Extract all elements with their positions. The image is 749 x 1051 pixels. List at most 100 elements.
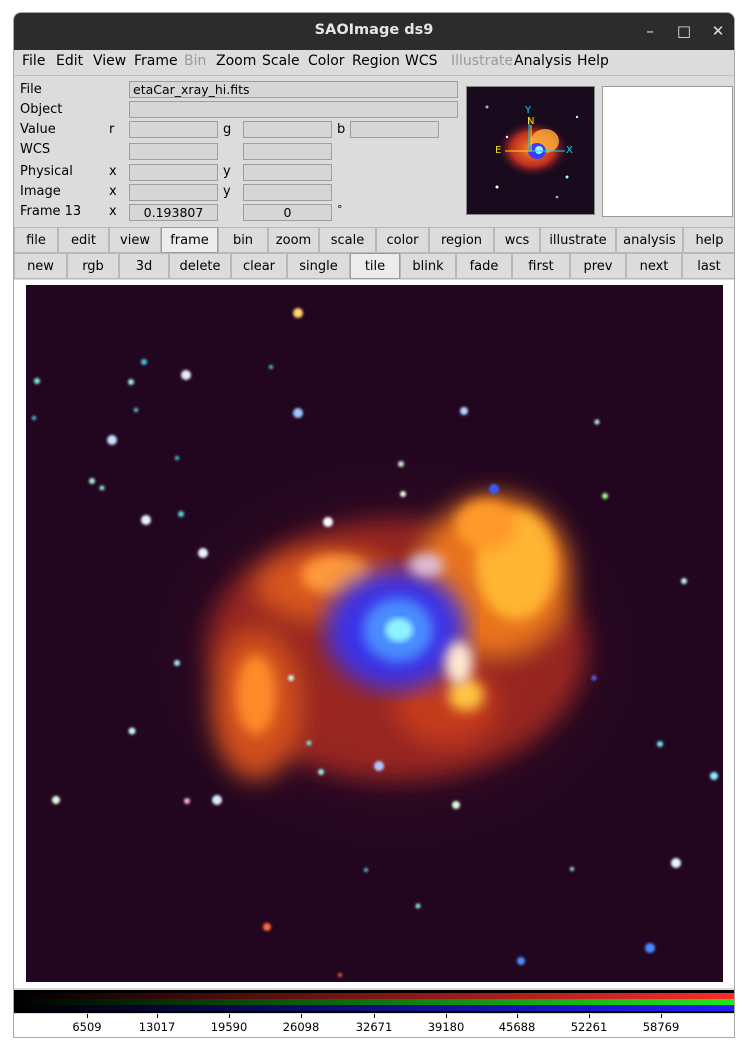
button-blink[interactable]: blink bbox=[400, 253, 456, 279]
button-view[interactable]: view bbox=[109, 227, 161, 253]
tick-mark bbox=[157, 1014, 158, 1018]
tick-mark bbox=[229, 1014, 230, 1018]
image-canvas-area bbox=[14, 280, 734, 988]
wcs-y-field bbox=[243, 143, 332, 160]
menu-help[interactable]: Help bbox=[577, 53, 609, 69]
button-prev[interactable]: prev bbox=[570, 253, 626, 279]
panner-y-label: Y bbox=[525, 105, 532, 116]
button-last[interactable]: last bbox=[682, 253, 734, 279]
wcs-x-field bbox=[129, 143, 218, 160]
button-help[interactable]: help bbox=[683, 227, 734, 253]
menu-frame[interactable]: Frame bbox=[134, 53, 178, 69]
frame-x-field: 0.193807 bbox=[129, 204, 218, 221]
menu-illustrate: Illustrate bbox=[451, 53, 514, 69]
nebula-image bbox=[26, 285, 723, 982]
value-r-field bbox=[129, 121, 218, 138]
button-3d[interactable]: 3d bbox=[119, 253, 169, 279]
value-b-field bbox=[350, 121, 439, 138]
button-file[interactable]: file bbox=[14, 227, 58, 253]
tick-mark bbox=[87, 1014, 88, 1018]
frame-degree-unit: ° bbox=[337, 203, 343, 216]
tick-mark bbox=[517, 1014, 518, 1018]
tick-mark bbox=[301, 1014, 302, 1018]
menu-bin: Bin bbox=[184, 53, 207, 69]
wcs-label: WCS bbox=[20, 142, 51, 157]
menu-view[interactable]: View bbox=[93, 53, 126, 69]
button-edit[interactable]: edit bbox=[58, 227, 109, 253]
colorbar-tick-label: 19590 bbox=[210, 1020, 248, 1034]
button-region[interactable]: region bbox=[429, 227, 494, 253]
image-y-field bbox=[243, 184, 332, 201]
value-b-label: b bbox=[337, 122, 346, 137]
window-title: SAOImage ds9 bbox=[314, 22, 434, 38]
title-bar: SAOImage ds9 – □ ✕ bbox=[14, 13, 734, 50]
image-y-label: y bbox=[223, 184, 231, 199]
tick-mark bbox=[374, 1014, 375, 1018]
physical-y-label: y bbox=[223, 164, 231, 179]
colorbar-tick-label: 58769 bbox=[642, 1020, 680, 1034]
value-g-label: g bbox=[223, 122, 232, 137]
button-bar-main: file edit view frame bin zoom scale colo… bbox=[14, 227, 734, 253]
panner-n-label: N bbox=[527, 116, 535, 127]
tick-mark bbox=[446, 1014, 447, 1018]
menu-region[interactable]: Region bbox=[352, 53, 400, 69]
button-scale[interactable]: scale bbox=[319, 227, 376, 253]
tick-mark bbox=[661, 1014, 662, 1018]
file-field: etaCar_xray_hi.fits bbox=[129, 81, 458, 98]
colorbar-tick-label: 39180 bbox=[427, 1020, 465, 1034]
colorbar-ticks: 6509 13017 19590 26098 32671 39180 45688… bbox=[14, 1014, 734, 1037]
value-g-field bbox=[243, 121, 332, 138]
button-illustrate[interactable]: illustrate bbox=[540, 227, 616, 253]
image-x-field bbox=[129, 184, 218, 201]
info-panel: File etaCar_xray_hi.fits Object Value r … bbox=[14, 76, 734, 226]
menu-file[interactable]: File bbox=[22, 53, 45, 69]
button-first[interactable]: first bbox=[512, 253, 570, 279]
menu-color[interactable]: Color bbox=[308, 53, 345, 69]
close-icon[interactable]: ✕ bbox=[706, 19, 730, 43]
button-next[interactable]: next bbox=[626, 253, 682, 279]
button-single[interactable]: single bbox=[287, 253, 350, 279]
image-label: Image bbox=[20, 184, 61, 199]
button-color[interactable]: color bbox=[376, 227, 429, 253]
button-fade[interactable]: fade bbox=[456, 253, 512, 279]
button-rgb[interactable]: rgb bbox=[67, 253, 119, 279]
colorbar-tick-label: 13017 bbox=[138, 1020, 176, 1034]
panner-x-label: X bbox=[566, 145, 573, 156]
colorbar[interactable] bbox=[14, 990, 734, 1013]
tick-mark bbox=[589, 1014, 590, 1018]
colorbar-tick-label: 52261 bbox=[570, 1020, 608, 1034]
button-zoom[interactable]: zoom bbox=[268, 227, 319, 253]
menu-bar: File Edit View Frame Bin Zoom Scale Colo… bbox=[14, 50, 734, 76]
image-canvas[interactable] bbox=[26, 285, 723, 982]
magnifier bbox=[602, 86, 733, 217]
button-tile[interactable]: tile bbox=[350, 253, 400, 279]
button-analysis[interactable]: analysis bbox=[616, 227, 683, 253]
menu-edit[interactable]: Edit bbox=[56, 53, 83, 69]
menu-analysis[interactable]: Analysis bbox=[514, 53, 572, 69]
colorbar-tick-label: 6509 bbox=[72, 1020, 102, 1034]
button-clear[interactable]: clear bbox=[231, 253, 287, 279]
file-label: File bbox=[20, 82, 42, 97]
button-delete[interactable]: delete bbox=[169, 253, 231, 279]
colorbar-gradient bbox=[14, 990, 734, 1013]
maximize-icon[interactable]: □ bbox=[672, 19, 696, 43]
frame-x-label: x bbox=[109, 204, 117, 219]
button-new[interactable]: new bbox=[14, 253, 67, 279]
physical-y-field bbox=[243, 164, 332, 181]
menu-scale[interactable]: Scale bbox=[262, 53, 300, 69]
image-x-label: x bbox=[109, 184, 117, 199]
menu-wcs[interactable]: WCS bbox=[405, 53, 438, 69]
physical-x-field bbox=[129, 164, 218, 181]
object-label: Object bbox=[20, 102, 63, 117]
button-frame[interactable]: frame bbox=[161, 227, 218, 253]
panner[interactable]: Y N E X bbox=[466, 86, 595, 215]
button-wcs[interactable]: wcs bbox=[494, 227, 540, 253]
menu-zoom[interactable]: Zoom bbox=[216, 53, 256, 69]
physical-label: Physical bbox=[20, 164, 73, 179]
frame-y-field: 0 bbox=[243, 204, 332, 221]
button-bin[interactable]: bin bbox=[218, 227, 268, 253]
value-label: Value bbox=[20, 122, 56, 137]
colorbar-tick-label: 32671 bbox=[355, 1020, 393, 1034]
colorbar-tick-label: 45688 bbox=[498, 1020, 536, 1034]
minimize-icon[interactable]: – bbox=[638, 19, 662, 43]
